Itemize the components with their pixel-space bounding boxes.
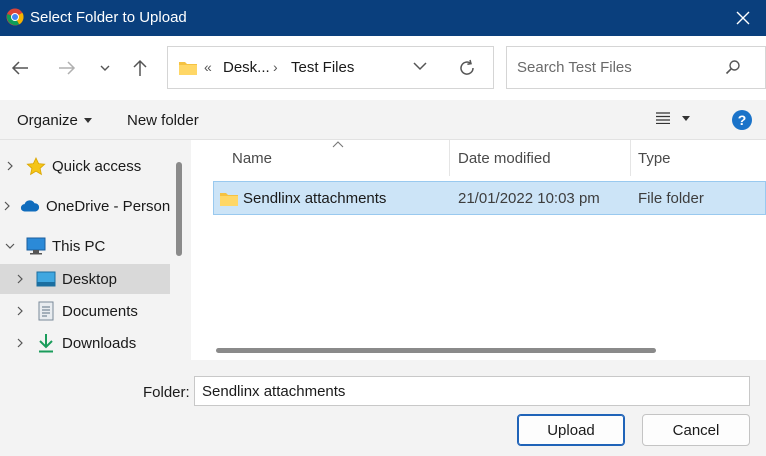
- chevron-down-icon: [100, 65, 110, 71]
- file-list-scrollbar[interactable]: [216, 348, 656, 353]
- help-button[interactable]: ?: [732, 110, 752, 130]
- title-bar: Select Folder to Upload: [0, 0, 766, 36]
- nav-label-quick-access: Quick access: [52, 157, 142, 175]
- organize-button[interactable]: Organize: [17, 112, 92, 129]
- folder-label: Folder:: [143, 384, 190, 401]
- list-view-icon: [656, 112, 670, 124]
- file-date: 21/01/2022 10:03 pm: [458, 190, 600, 207]
- address-overflow[interactable]: «: [204, 59, 212, 75]
- chrome-icon: [6, 8, 24, 26]
- command-bar: Organize New folder ?: [0, 100, 766, 140]
- nav-label-downloads: Downloads: [62, 334, 137, 352]
- address-bar[interactable]: « Desk... › Test Files: [167, 46, 494, 89]
- nav-item-desktop[interactable]: Desktop: [0, 264, 170, 294]
- recent-locations-button[interactable]: [93, 56, 117, 80]
- chevron-right-icon[interactable]: [14, 338, 26, 348]
- nav-item-this-pc[interactable]: This PC: [0, 231, 170, 261]
- computer-icon: [26, 236, 46, 256]
- download-icon: [36, 333, 56, 353]
- search-box: [506, 46, 766, 89]
- nav-item-downloads[interactable]: Downloads: [0, 328, 170, 358]
- column-divider[interactable]: [449, 140, 450, 176]
- navigation-scrollbar[interactable]: [176, 162, 182, 256]
- chevron-right-icon[interactable]: [14, 274, 26, 284]
- chevron-right-icon[interactable]: [4, 161, 16, 171]
- column-header-type[interactable]: Type: [638, 140, 671, 176]
- chevron-right-icon[interactable]: [14, 306, 26, 316]
- navigation-bar: « Desk... › Test Files: [0, 36, 766, 100]
- up-button[interactable]: [128, 56, 152, 80]
- close-icon: [736, 11, 750, 25]
- cloud-icon: [20, 196, 40, 216]
- dialog-footer: Folder: Upload Cancel: [0, 360, 766, 456]
- breadcrumb-test-files[interactable]: Test Files: [291, 59, 354, 76]
- window-title: Select Folder to Upload: [30, 9, 187, 26]
- search-input[interactable]: [508, 48, 718, 87]
- desktop-icon: [36, 269, 56, 289]
- chevron-down-icon[interactable]: [4, 243, 16, 249]
- folder-input[interactable]: [194, 376, 750, 406]
- arrow-right-icon: [59, 61, 76, 75]
- new-folder-button[interactable]: New folder: [127, 112, 199, 129]
- caret-down-icon: [83, 118, 92, 123]
- search-icon[interactable]: [725, 59, 741, 75]
- refresh-icon[interactable]: [458, 59, 476, 77]
- close-button[interactable]: [720, 0, 766, 36]
- arrow-left-icon: [11, 61, 28, 75]
- file-list: Name Date modified Type Sendlinx attachm…: [191, 140, 766, 360]
- caret-down-icon: [682, 115, 690, 121]
- column-divider[interactable]: [630, 140, 631, 176]
- nav-item-onedrive[interactable]: OneDrive - Person: [0, 191, 170, 221]
- upload-button[interactable]: Upload: [517, 414, 625, 446]
- arrow-up-icon: [133, 59, 147, 76]
- nav-label-desktop: Desktop: [62, 270, 118, 288]
- nav-item-quick-access[interactable]: Quick access: [0, 151, 170, 181]
- documents-icon: [36, 301, 56, 321]
- chevron-right-icon[interactable]: [4, 201, 10, 211]
- file-row[interactable]: Sendlinx attachments 21/01/2022 10:03 pm…: [213, 181, 766, 215]
- chevron-right-icon: ›: [273, 59, 278, 75]
- view-options-button[interactable]: [656, 112, 690, 124]
- file-type: File folder: [638, 190, 704, 207]
- folder-icon: [220, 193, 238, 206]
- navigation-pane: Quick access OneDrive - Person This PC D…: [0, 140, 186, 360]
- back-button[interactable]: [8, 56, 32, 80]
- nav-label-onedrive: OneDrive - Person: [46, 197, 171, 215]
- nav-label-documents: Documents: [62, 302, 138, 320]
- cancel-button[interactable]: Cancel: [642, 414, 750, 446]
- sort-ascending-icon: [332, 141, 344, 148]
- folder-icon: [179, 62, 197, 75]
- star-icon: [26, 156, 46, 176]
- breadcrumb-desktop[interactable]: Desk...: [223, 59, 270, 76]
- organize-label: Organize: [17, 112, 78, 129]
- column-header-date[interactable]: Date modified: [458, 140, 551, 176]
- column-header-name[interactable]: Name: [232, 140, 272, 176]
- nav-label-this-pc: This PC: [52, 237, 106, 255]
- file-name: Sendlinx attachments: [243, 190, 387, 207]
- forward-button[interactable]: [55, 56, 79, 80]
- nav-item-documents[interactable]: Documents: [0, 296, 170, 326]
- address-dropdown-icon[interactable]: [413, 61, 427, 71]
